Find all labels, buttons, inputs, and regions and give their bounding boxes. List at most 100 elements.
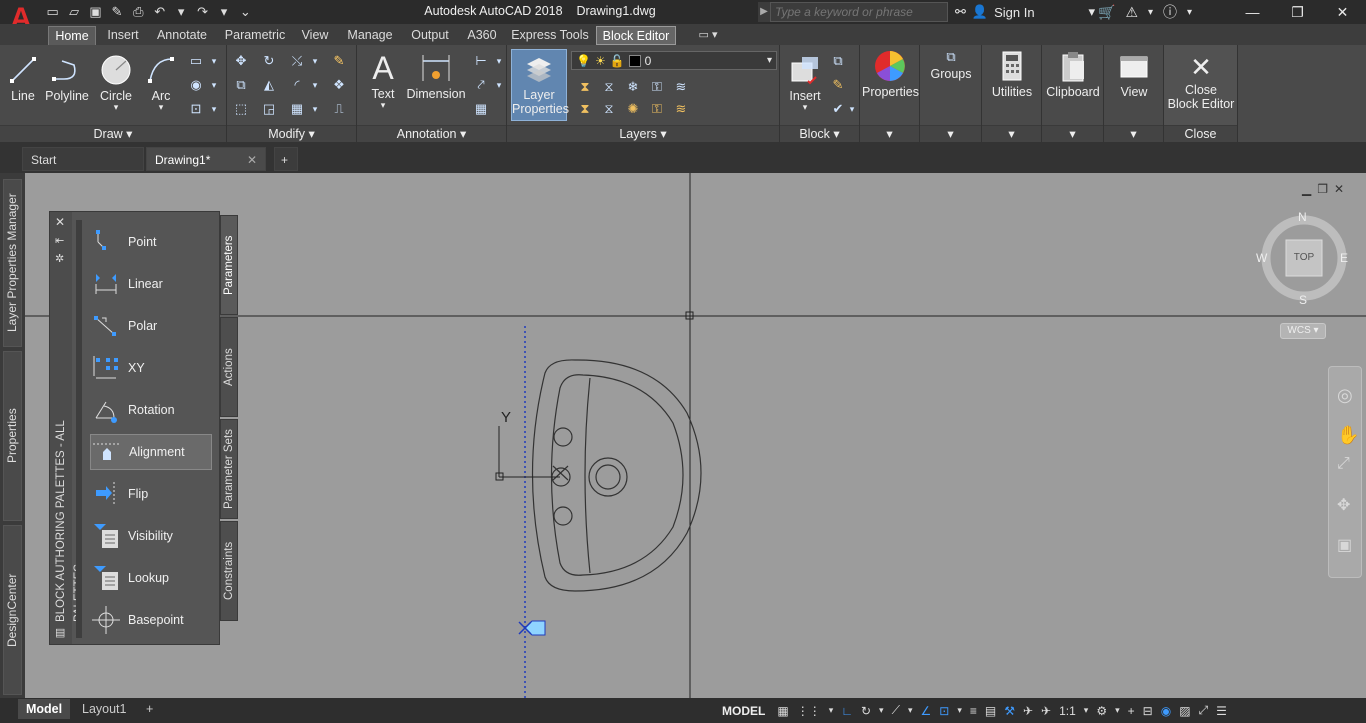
leader-icon[interactable]: ⤤: [473, 77, 489, 93]
steering-wheel-icon[interactable]: ◎: [1337, 385, 1353, 406]
showmotion-icon[interactable]: ▣: [1337, 535, 1352, 555]
polar-icon[interactable]: ↻: [861, 704, 871, 718]
minimize-icon[interactable]: —: [1230, 0, 1275, 24]
annotation-scale-dropdown-icon[interactable]: ▾: [1084, 705, 1089, 716]
layer-freeze-icon[interactable]: ❄: [625, 79, 641, 95]
hatch-dropdown-icon[interactable]: ▾: [206, 77, 222, 93]
undo-icon[interactable]: ↶: [151, 4, 168, 20]
layer-match-icon[interactable]: ≋: [673, 79, 689, 95]
view-panel-expander[interactable]: ▾: [1104, 125, 1163, 142]
arc-dropdown-icon[interactable]: ▾: [142, 103, 180, 112]
help-icon[interactable]: ⓘ: [1163, 2, 1177, 22]
lineweight-icon[interactable]: ≡: [970, 704, 977, 718]
layer-isolate-icon[interactable]: ⧖: [601, 79, 617, 95]
base-point-marker[interactable]: [518, 620, 546, 636]
object-snap-dropdown-icon[interactable]: ▾: [957, 705, 962, 716]
trim-icon[interactable]: ⤯: [289, 53, 305, 69]
model-space-button[interactable]: MODEL: [718, 704, 769, 718]
copy-icon[interactable]: ⧉: [233, 77, 249, 93]
layer-unisolate-icon[interactable]: ⧖: [601, 101, 617, 117]
ortho-icon[interactable]: ∟: [841, 704, 853, 718]
param-point[interactable]: Point: [90, 224, 212, 260]
new-icon[interactable]: ▭: [44, 4, 61, 20]
search-expand-icon[interactable]: ▶: [758, 2, 770, 22]
linear-dim-dropdown-icon[interactable]: ▾: [491, 53, 507, 69]
draw-panel-label[interactable]: Draw ▾: [0, 125, 226, 142]
modify-panel-label[interactable]: Modify ▾: [227, 125, 356, 142]
circle-button[interactable]: Circle ▾: [96, 53, 136, 112]
arc-button[interactable]: Arc ▾: [142, 53, 180, 112]
boundary-icon[interactable]: ⊡: [188, 101, 204, 117]
trim-dropdown-icon[interactable]: ▾: [307, 53, 323, 69]
properties-tab[interactable]: Properties: [3, 351, 22, 521]
pan-icon[interactable]: ✋: [1337, 425, 1359, 446]
redo-icon[interactable]: ↷: [194, 4, 211, 20]
param-polar[interactable]: Polar: [90, 308, 212, 344]
create-block-icon[interactable]: ⧉: [830, 53, 846, 69]
help-dropdown-icon[interactable]: ▾: [1187, 7, 1192, 18]
binoculars-icon[interactable]: ⚯: [955, 4, 966, 20]
clean-screen-icon[interactable]: ⤢: [1199, 703, 1209, 718]
tab-block-editor[interactable]: Block Editor: [596, 26, 676, 45]
undo-dropdown-icon[interactable]: ▾: [172, 4, 189, 20]
param-xy[interactable]: XY: [90, 350, 212, 386]
layer-properties-button[interactable]: Layer Properties: [511, 49, 569, 121]
view-button[interactable]: View: [1106, 49, 1162, 99]
circle-dropdown-icon[interactable]: ▾: [96, 103, 136, 112]
snap-icon[interactable]: ⋮⋮: [797, 704, 821, 718]
close-block-editor-button[interactable]: ✕ Close Block Editor: [1166, 51, 1236, 111]
close-icon[interactable]: ✕: [1320, 0, 1365, 24]
boundary-dropdown-icon[interactable]: ▾: [206, 101, 222, 117]
polyline-button[interactable]: Polyline: [44, 53, 90, 103]
explode-icon[interactable]: ❖: [331, 77, 347, 93]
grid-icon[interactable]: ▦: [777, 704, 788, 718]
isodraft-icon[interactable]: ⟋: [892, 703, 900, 718]
tab-view[interactable]: View: [296, 26, 334, 45]
redo-dropdown-icon[interactable]: ▾: [215, 4, 232, 20]
tab-insert[interactable]: Insert: [102, 26, 144, 45]
layer-on-all-icon[interactable]: ⧗: [577, 101, 593, 117]
annotation-panel-label[interactable]: Annotation ▾: [357, 125, 506, 142]
quick-properties-icon[interactable]: ◉: [1161, 704, 1171, 718]
table-icon[interactable]: ▦: [473, 101, 489, 117]
designcenter-tab[interactable]: DesignCenter: [3, 525, 22, 695]
tab-manage[interactable]: Manage: [342, 26, 398, 45]
param-flip[interactable]: Flip: [90, 476, 212, 512]
param-linear[interactable]: Linear: [90, 266, 212, 302]
layer-walk-icon[interactable]: ≋: [673, 101, 689, 117]
param-rotation[interactable]: Rotation: [90, 392, 212, 428]
tab-annotate[interactable]: Annotate: [152, 26, 212, 45]
palette-autohide-icon[interactable]: ⇤: [55, 234, 64, 247]
print-icon[interactable]: ⎙: [130, 4, 147, 20]
edit-block-icon[interactable]: ✎: [830, 77, 846, 93]
block-panel-label[interactable]: Block ▾: [780, 125, 859, 142]
viewport-close-icon[interactable]: ✕: [1334, 182, 1344, 196]
hatch-icon[interactable]: ◉: [188, 77, 204, 93]
layer-dropdown[interactable]: 💡 ☀ 🔓 0 ▾: [571, 51, 777, 70]
clipboard-panel-expander[interactable]: ▾: [1042, 125, 1103, 142]
customize-qat-icon[interactable]: ⌄: [237, 4, 254, 20]
viewport-restore-icon[interactable]: ❐: [1317, 182, 1328, 196]
param-visibility[interactable]: Visibility: [90, 518, 212, 554]
object-snap-tracking-icon[interactable]: ∠: [921, 704, 932, 718]
graphics-performance-icon[interactable]: ▨: [1179, 704, 1190, 718]
groups-panel-expander[interactable]: ▾: [920, 125, 981, 142]
annotation-monitor-icon[interactable]: +: [1128, 704, 1135, 718]
param-basepoint[interactable]: Basepoint: [90, 602, 212, 638]
search-input[interactable]: [770, 2, 948, 22]
text-button[interactable]: A Text ▾: [363, 51, 403, 110]
a360-icon[interactable]: ⚠: [1125, 4, 1138, 21]
rectangle-icon[interactable]: ▭: [188, 53, 204, 69]
insert-dropdown-icon[interactable]: ▾: [784, 103, 826, 112]
edit-attributes-dropdown-icon[interactable]: ▾: [844, 101, 860, 117]
tab-output[interactable]: Output: [406, 26, 454, 45]
tab-home[interactable]: Home: [48, 26, 96, 45]
tab-parameters[interactable]: Parameters: [220, 215, 238, 315]
array-icon[interactable]: ▦: [289, 101, 305, 117]
utilities-button[interactable]: Utilities: [984, 49, 1040, 99]
close-tab-icon[interactable]: ✕: [247, 148, 257, 172]
palette-close-icon[interactable]: ✕: [55, 215, 65, 229]
groups-button[interactable]: ⧉ Groups: [922, 49, 980, 81]
tab-a360[interactable]: A360: [462, 26, 502, 45]
layer-thaw-all-icon[interactable]: ✺: [625, 101, 641, 117]
